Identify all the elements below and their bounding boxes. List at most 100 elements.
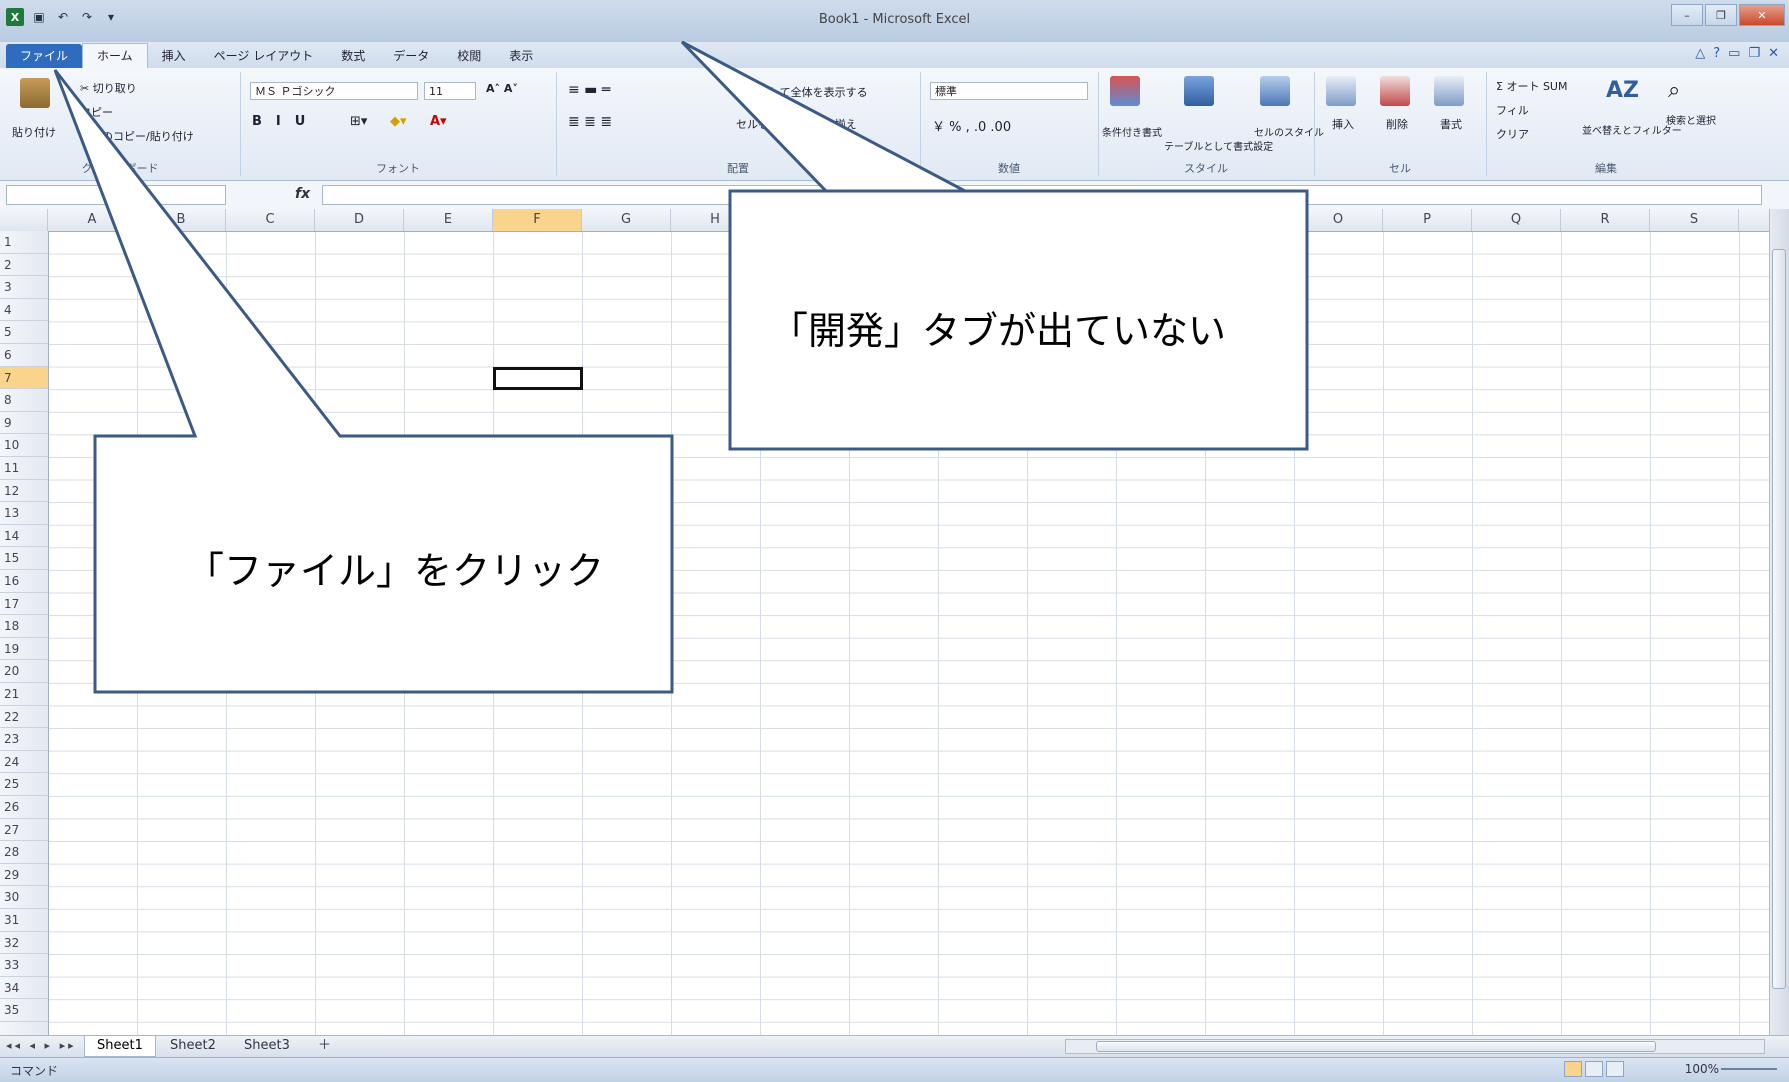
column-header[interactable]: B <box>137 209 226 231</box>
format-as-table-icon[interactable] <box>1184 76 1214 106</box>
align-horizontal-icons[interactable]: ≣ ≣ ≣ <box>568 114 612 130</box>
row-header[interactable]: 24 <box>0 751 48 774</box>
row-header[interactable]: 3 <box>0 276 48 299</box>
column-header[interactable]: R <box>1561 209 1650 231</box>
row-header[interactable]: 11 <box>0 457 48 480</box>
row-header[interactable]: 29 <box>0 864 48 887</box>
fill-button[interactable]: フィル <box>1496 102 1529 118</box>
row-header[interactable]: 9 <box>0 412 48 435</box>
grow-font-icon[interactable]: A˄ A˅ <box>486 82 518 95</box>
font-size-select[interactable]: 11 <box>424 82 476 100</box>
row-header[interactable]: 7 <box>0 366 48 390</box>
tab-view[interactable]: 表示 <box>495 44 547 68</box>
paste-icon[interactable] <box>20 78 50 108</box>
row-header[interactable]: 13 <box>0 502 48 525</box>
find-select-button[interactable]: 検索と選択 <box>1666 112 1716 127</box>
row-header[interactable]: 10 <box>0 434 48 457</box>
row-header[interactable]: 14 <box>0 525 48 548</box>
row-header[interactable]: 35 <box>0 999 48 1022</box>
column-header[interactable]: D <box>315 209 404 231</box>
tab-home[interactable]: ホーム <box>82 43 148 68</box>
help-icon[interactable]: ? <box>1713 46 1720 61</box>
delete-cells-icon[interactable] <box>1380 76 1410 106</box>
zoom-level[interactable]: 100% <box>1685 1062 1719 1076</box>
copy-button[interactable]: コピー <box>80 104 113 120</box>
format-cells-button[interactable]: 書式 <box>1440 116 1462 132</box>
horizontal-scroll-thumb[interactable] <box>1096 1041 1656 1052</box>
row-header[interactable]: 20 <box>0 660 48 683</box>
column-header[interactable]: H <box>671 209 760 231</box>
row-header[interactable]: 8 <box>0 389 48 412</box>
sort-filter-icon[interactable]: AZ <box>1606 78 1639 103</box>
workbook-close-icon[interactable]: ✕ <box>1768 46 1779 61</box>
tab-review[interactable]: 校閲 <box>443 44 495 68</box>
column-header[interactable]: M <box>1116 209 1205 231</box>
page-layout-view-icon[interactable] <box>1585 1061 1603 1077</box>
minimize-ribbon-icon[interactable]: △ <box>1695 46 1705 61</box>
row-header[interactable]: 26 <box>0 796 48 819</box>
row-header[interactable]: 25 <box>0 773 48 796</box>
vertical-scroll-thumb[interactable] <box>1772 249 1786 989</box>
format-painter-button[interactable]: 書式のコピー/貼り付け <box>80 128 194 144</box>
page-break-view-icon[interactable] <box>1606 1061 1624 1077</box>
autosum-button[interactable]: Σ オート SUM <box>1496 78 1567 94</box>
row-header[interactable]: 16 <box>0 570 48 593</box>
bold-italic-underline-icons[interactable]: BIU <box>252 114 319 129</box>
row-header[interactable]: 15 <box>0 547 48 570</box>
cut-button[interactable]: ✂ 切り取り <box>80 80 137 96</box>
paste-button[interactable]: 貼り付け <box>12 124 56 140</box>
row-header[interactable]: 28 <box>0 841 48 864</box>
column-header[interactable]: G <box>582 209 671 231</box>
wrap-text-button[interactable]: 折り返して全体を表示する <box>736 84 868 100</box>
row-header[interactable]: 32 <box>0 932 48 955</box>
row-header[interactable]: 1 <box>0 231 48 254</box>
restore-button[interactable]: ❐ <box>1705 4 1737 26</box>
normal-view-icon[interactable] <box>1564 1061 1582 1077</box>
fill-color-icon[interactable]: ◆▾ <box>390 114 407 129</box>
column-header[interactable]: L <box>1027 209 1116 231</box>
column-header[interactable]: C <box>226 209 315 231</box>
conditional-formatting-button[interactable]: 条件付き書式 <box>1102 124 1162 139</box>
column-header[interactable]: Q <box>1472 209 1561 231</box>
merge-center-button[interactable]: セルを結合して中央揃え <box>736 116 857 132</box>
horizontal-scrollbar[interactable] <box>1065 1039 1765 1054</box>
row-header[interactable]: 18 <box>0 615 48 638</box>
active-cell[interactable] <box>493 366 583 391</box>
number-format-icons[interactable]: ￥ % , .0 .00 <box>932 116 1011 135</box>
row-header[interactable]: 2 <box>0 254 48 277</box>
clear-button[interactable]: クリア <box>1496 126 1529 142</box>
row-header[interactable]: 12 <box>0 480 48 503</box>
row-header[interactable]: 27 <box>0 819 48 842</box>
column-header[interactable]: A <box>48 209 137 231</box>
tab-data[interactable]: データ <box>379 44 443 68</box>
select-all-corner[interactable] <box>0 209 48 231</box>
close-button[interactable]: ✕ <box>1739 4 1785 26</box>
column-header[interactable]: P <box>1383 209 1472 231</box>
conditional-formatting-icon[interactable] <box>1110 76 1140 106</box>
column-header[interactable]: E <box>404 209 493 231</box>
zoom-slider[interactable] <box>1721 1068 1777 1070</box>
vertical-scrollbar[interactable] <box>1769 209 1789 1035</box>
column-header[interactable]: O <box>1294 209 1383 231</box>
cell-styles-icon[interactable] <box>1260 76 1290 106</box>
row-header[interactable]: 21 <box>0 683 48 706</box>
font-name-select[interactable]: ＭＳ Ｐゴシック <box>250 82 418 100</box>
column-header[interactable]: N <box>1205 209 1294 231</box>
column-header[interactable]: K <box>938 209 1027 231</box>
row-header[interactable]: 33 <box>0 954 48 977</box>
row-header[interactable]: 31 <box>0 909 48 932</box>
insert-cells-icon[interactable] <box>1326 76 1356 106</box>
column-header[interactable]: S <box>1650 209 1739 231</box>
tab-formulas[interactable]: 数式 <box>327 44 379 68</box>
workbook-restore-icon[interactable]: ❐ <box>1748 46 1760 61</box>
formula-input[interactable] <box>322 185 1762 205</box>
sheet-tab-2[interactable]: Sheet2 <box>158 1036 228 1056</box>
number-format-select[interactable]: 標準 <box>930 82 1088 100</box>
align-top-icons[interactable]: ≡ ▬ ═ <box>568 82 610 98</box>
font-color-icon[interactable]: A▾ <box>430 114 447 129</box>
minimize-button[interactable]: – <box>1671 4 1703 26</box>
insert-function-button[interactable]: fx <box>295 186 310 202</box>
sheet-tab-3[interactable]: Sheet3 <box>232 1036 302 1056</box>
row-header[interactable]: 5 <box>0 321 48 344</box>
column-header[interactable]: I <box>760 209 849 231</box>
